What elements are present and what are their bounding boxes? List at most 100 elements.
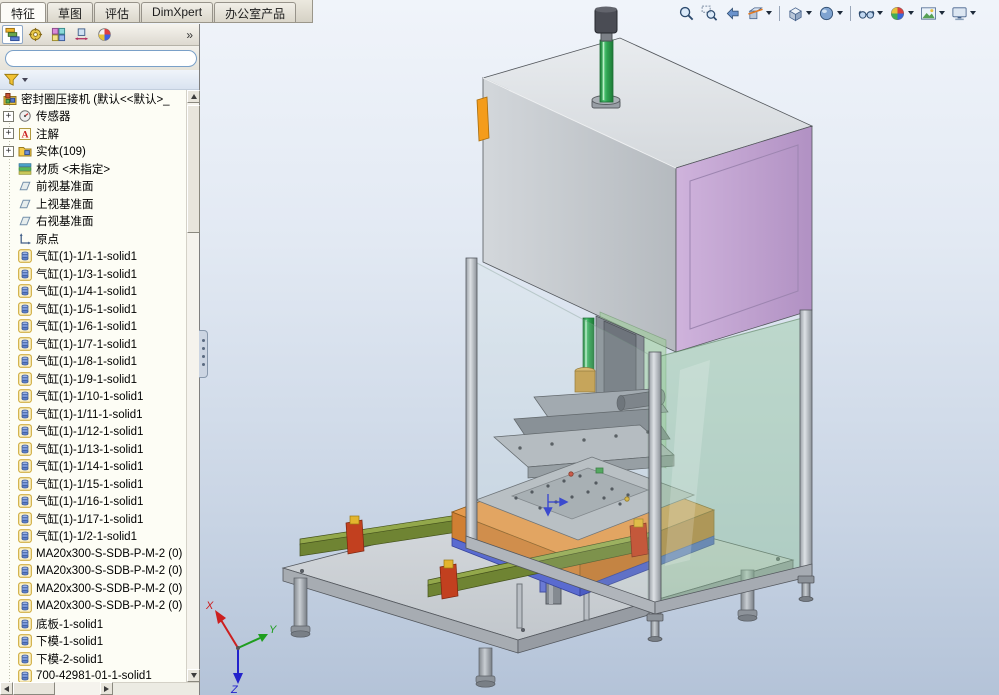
plane-icon: [18, 179, 32, 193]
command-tab[interactable]: 办公室产品: [214, 2, 296, 22]
dimxpertmanager-tab[interactable]: [71, 25, 92, 44]
tree-item-label: 气缸(1)-1/12-1-solid1: [36, 423, 143, 439]
orientation-triad: X Y Z: [205, 600, 277, 695]
solid-body-icon: [18, 564, 32, 578]
tree-vertical-scrollbar[interactable]: [186, 90, 199, 682]
filter-funnel-icon[interactable]: [4, 73, 19, 87]
material-icon: [18, 162, 32, 176]
tree-item[interactable]: 前视基准面: [0, 178, 186, 196]
tree-item[interactable]: 气缸(1)-1/9-1-solid1: [0, 370, 186, 388]
tree-item[interactable]: 密封圈压接机 (默认<<默认>_: [0, 90, 186, 108]
command-tab[interactable]: 评估: [94, 2, 140, 22]
tree-item[interactable]: 气缸(1)-1/3-1-solid1: [0, 265, 186, 283]
tree-item[interactable]: 气缸(1)-1/1-1-solid1: [0, 248, 186, 266]
edit-appearance-button[interactable]: [887, 3, 916, 23]
solid-body-icon: [18, 354, 32, 368]
expander-toggle[interactable]: +: [3, 111, 14, 122]
propertymanager-tab[interactable]: [25, 25, 46, 44]
expander-toggle[interactable]: +: [3, 146, 14, 157]
tree-item[interactable]: 气缸(1)-1/6-1-solid1: [0, 318, 186, 336]
tree-item[interactable]: 气缸(1)-1/16-1-solid1: [0, 493, 186, 511]
tree-item[interactable]: 下模-1-solid1: [0, 633, 186, 651]
tree-item-label: 气缸(1)-1/8-1-solid1: [36, 353, 137, 369]
scroll-left-button[interactable]: [0, 682, 13, 695]
tree-item[interactable]: 气缸(1)-1/15-1-solid1: [0, 475, 186, 493]
tree-item[interactable]: 气缸(1)-1/14-1-solid1: [0, 458, 186, 476]
solid-body-icon: [18, 652, 32, 666]
tree-item[interactable]: 下模-2-solid1: [0, 650, 186, 668]
tree-item[interactable]: MA20x300-S-SDB-P-M-2 (0): [0, 598, 186, 616]
zoom-area-icon: [701, 5, 718, 22]
tree-item[interactable]: 底板-1-solid1: [0, 615, 186, 633]
tree-filter-input[interactable]: [5, 50, 197, 67]
section-view-button[interactable]: [745, 3, 774, 23]
tree-item-label: 实体(109): [36, 143, 86, 159]
panel-splitter[interactable]: [199, 330, 208, 378]
solid-body-icon: [18, 284, 32, 298]
tree-item-label: 气缸(1)-1/15-1-solid1: [36, 476, 143, 492]
expander-toggle[interactable]: +: [3, 128, 14, 139]
tree-item[interactable]: MA20x300-S-SDB-P-M-2 (0): [0, 563, 186, 581]
featuremanager-tab[interactable]: [2, 25, 23, 44]
tree-item[interactable]: 气缸(1)-1/17-1-solid1: [0, 510, 186, 528]
scroll-right-button[interactable]: [100, 682, 113, 695]
tree-item[interactable]: +传感器: [0, 108, 186, 126]
solid-body-icon: [18, 512, 32, 526]
tree-item[interactable]: + 实体(109): [0, 143, 186, 161]
view-orientation-button[interactable]: [785, 3, 814, 23]
tree-item[interactable]: 气缸(1)-1/7-1-solid1: [0, 335, 186, 353]
tree-item[interactable]: 气缸(1)-1/12-1-solid1: [0, 423, 186, 441]
scroll-up-button[interactable]: [187, 90, 200, 103]
tree-item[interactable]: 上视基准面: [0, 195, 186, 213]
propertymanager-icon: [28, 27, 43, 42]
command-tab[interactable]: 特征: [0, 2, 46, 22]
zoom-to-fit-button[interactable]: [676, 3, 697, 23]
zoom-to-area-button[interactable]: [699, 3, 720, 23]
apply-scene-icon: [920, 5, 937, 22]
displaymanager-tab[interactable]: [94, 25, 115, 44]
solid-body-icon: [18, 547, 32, 561]
manager-tabs: [2, 25, 182, 44]
command-tab[interactable]: DimXpert: [141, 2, 213, 22]
tree-item[interactable]: 700-42981-01-1-solid1: [0, 668, 186, 683]
tree-item[interactable]: 气缸(1)-1/8-1-solid1: [0, 353, 186, 371]
solid-body-icon: [18, 424, 32, 438]
tree-item[interactable]: 气缸(1)-1/11-1-solid1: [0, 405, 186, 423]
tree-item[interactable]: +A注解: [0, 125, 186, 143]
solid-body-icon: [18, 599, 32, 613]
command-tab[interactable]: 草图: [47, 2, 93, 22]
tree-item[interactable]: 气缸(1)-1/13-1-solid1: [0, 440, 186, 458]
tree-item[interactable]: 气缸(1)-1/5-1-solid1: [0, 300, 186, 318]
tree-item[interactable]: 右视基准面: [0, 213, 186, 231]
tree-item[interactable]: MA20x300-S-SDB-P-M-2 (0): [0, 545, 186, 563]
view-settings-button[interactable]: [949, 3, 978, 23]
configurationmanager-tab[interactable]: [48, 25, 69, 44]
scroll-down-button[interactable]: [187, 669, 200, 682]
svg-text:A: A: [22, 130, 29, 140]
apply-scene-button[interactable]: [918, 3, 947, 23]
tree-item[interactable]: 气缸(1)-1/2-1-solid1: [0, 528, 186, 546]
horizontal-scroll-thumb[interactable]: [13, 682, 55, 695]
tree-item-label: 右视基准面: [36, 213, 94, 229]
tree-item[interactable]: 材质 <未指定>: [0, 160, 186, 178]
filter-caret-icon[interactable]: [22, 78, 28, 82]
heads-up-view-toolbar: [676, 2, 978, 24]
display-style-button[interactable]: [816, 3, 845, 23]
solid-body-icon: [18, 582, 32, 596]
toolbar-overflow-button[interactable]: »: [182, 28, 197, 42]
tree-item-label: MA20x300-S-SDB-P-M-2 (0): [36, 548, 182, 560]
solid-body-icon: [18, 319, 32, 333]
hide-show-items-button[interactable]: [856, 3, 885, 23]
tree-item-label: 气缸(1)-1/14-1-solid1: [36, 458, 143, 474]
tree-item[interactable]: 原点: [0, 230, 186, 248]
tree-item-label: 气缸(1)-1/6-1-solid1: [36, 318, 137, 334]
tree-item[interactable]: MA20x300-S-SDB-P-M-2 (0): [0, 580, 186, 598]
solid-body-icon: [18, 669, 32, 682]
tree-item-label: 气缸(1)-1/11-1-solid1: [36, 406, 143, 422]
tree-item[interactable]: 气缸(1)-1/4-1-solid1: [0, 283, 186, 301]
zoom-fit-icon: [678, 5, 695, 22]
tree-item[interactable]: 气缸(1)-1/10-1-solid1: [0, 388, 186, 406]
previous-view-button[interactable]: [722, 3, 743, 23]
vertical-scroll-thumb[interactable]: [187, 105, 200, 233]
tree-horizontal-scrollbar[interactable]: [0, 682, 113, 695]
